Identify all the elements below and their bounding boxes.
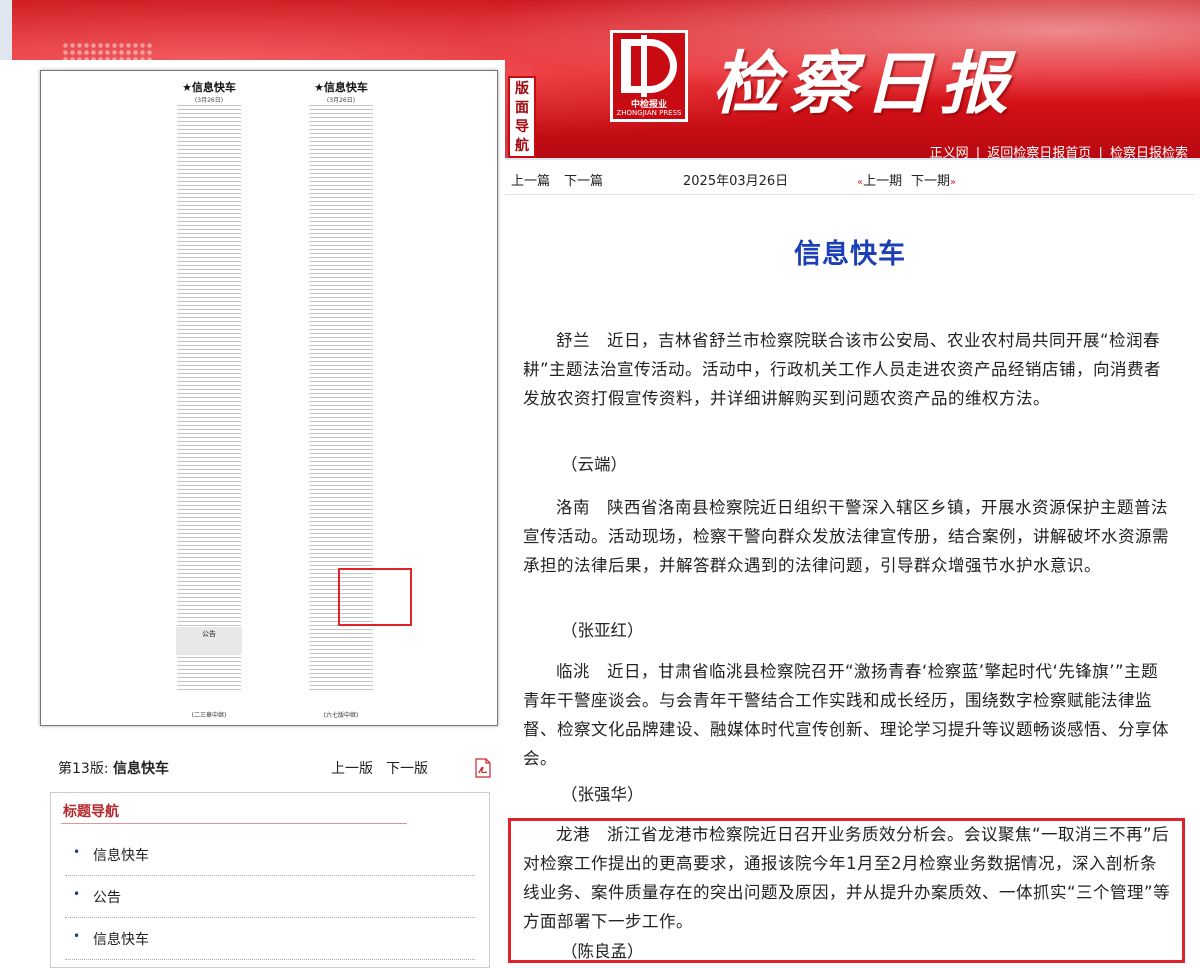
next-article-link[interactable]: 下一篇: [564, 170, 603, 189]
column-heading: ★信息快车: [182, 81, 236, 94]
article-paragraph: 临洮 近日，甘肃省临洮县检察院召开“激扬青春‘检察蓝’擎起时代‘先锋旗’”主题青…: [523, 657, 1171, 773]
title-nav-heading: 标题导航: [63, 804, 119, 820]
byline: （张亚红）: [561, 621, 644, 640]
prev-page-button[interactable]: 上一版: [331, 758, 373, 778]
page-navigation: 第13版: 信息快车 上一版 下一版: [58, 758, 498, 778]
article-highlight-frame[interactable]: [338, 568, 412, 626]
bullet-icon: •: [73, 845, 81, 859]
title-nav-link[interactable]: 信息快车: [93, 845, 149, 865]
bullet-icon: •: [73, 929, 81, 943]
column-date: (3月26日): [326, 97, 356, 104]
byline: （云端）: [561, 455, 627, 474]
article-paragraph: 洛南 陕西省洛南县检察院近日组织干警深入辖区乡镇，开展水资源保护主题普法宣传活动…: [523, 493, 1171, 580]
pdf-icon[interactable]: [474, 758, 492, 778]
newspaper-column-left: ★信息快车 (3月26日) 公告 (二三章中继): [176, 79, 242, 719]
logo-bar: [641, 35, 647, 97]
prev-issue-link[interactable]: «上一期: [857, 170, 902, 189]
page-name: 信息快车: [112, 761, 169, 777]
article-paragraph: 舒兰 近日，吉林省舒兰市检察院联合该市公安局、农业农村局共同开展“检润春耕”主题…: [523, 326, 1171, 413]
notice-box: 公告: [176, 627, 242, 655]
chevron-right-icon: »: [950, 177, 957, 188]
masthead-title: 检察日报: [712, 44, 1017, 124]
link-separator: |: [975, 146, 981, 161]
next-issue-link[interactable]: 下一期»: [911, 170, 956, 189]
procuratorate-logo-icon[interactable]: 中检报业 ZHONGJIAN PRESS: [610, 30, 688, 122]
column-date: (3月26日): [194, 97, 224, 104]
top-links: 正义网 | 返回检察日报首页 | 检察日报检索: [930, 142, 1188, 161]
newspaper-page-thumbnail[interactable]: ★信息快车 (3月26日) 公告 (二三章中继) ★信息快车 (3月26日) (…: [40, 70, 498, 726]
link-separator: |: [1098, 146, 1103, 161]
logo-en-text: ZHONGJIAN PRESS: [616, 109, 682, 117]
title-nav-item[interactable]: • 信息快车: [65, 917, 475, 960]
title-nav-link[interactable]: 信息快车: [93, 929, 149, 949]
page-label: 第13版: 信息快车: [58, 758, 169, 778]
next-issue-label[interactable]: 下一期: [911, 174, 950, 189]
page-number: 第13版:: [58, 761, 109, 777]
prev-issue-label[interactable]: 上一期: [863, 174, 902, 189]
layout-nav-tag: 版面导航: [508, 76, 536, 158]
paragraph-text: 舒兰 近日，吉林省舒兰市检察院联合该市公安局、农业农村局共同开展“检润春耕”主题…: [523, 331, 1162, 408]
column-heading: ★信息快车: [314, 81, 368, 94]
byline: （张强华）: [561, 785, 644, 804]
link-search[interactable]: 检察日报检索: [1110, 146, 1188, 161]
column-footer: (二三章中继): [191, 712, 227, 719]
title-nav-item[interactable]: • 信息快车: [65, 833, 475, 876]
link-zhengyi[interactable]: 正义网: [930, 146, 969, 161]
logo-d-shape: [621, 39, 677, 93]
notice-label: 公告: [202, 630, 216, 638]
paragraph-text: 临洮 近日，甘肃省临洮县检察院召开“激扬青春‘检察蓝’擎起时代‘先锋旗’”主题青…: [523, 662, 1169, 768]
divider: [505, 194, 1195, 195]
article-navigation: 上一篇 下一篇 2025年03月26日 «上一期 下一期»: [511, 170, 1191, 190]
prev-article-link[interactable]: 上一篇: [511, 170, 550, 189]
next-page-button[interactable]: 下一版: [386, 758, 428, 778]
article-highlight-box: [508, 818, 1185, 963]
article-panel: 上一篇 下一篇 2025年03月26日 «上一期 下一期» 信息快车 舒兰 近日…: [505, 160, 1200, 968]
article-title: 信息快车: [794, 239, 906, 270]
title-nav-link[interactable]: 公告: [93, 887, 121, 907]
title-nav-item[interactable]: • 公告: [65, 875, 475, 918]
column-footer: (六七版中继): [323, 712, 359, 719]
bullet-icon: •: [73, 887, 81, 901]
paragraph-text: 洛南 陕西省洛南县检察院近日组织干警深入辖区乡镇，开展水资源保护主题普法宣传活动…: [523, 498, 1169, 575]
title-navigation: 标题导航 • 信息快车 • 公告 • 信息快车: [50, 792, 490, 968]
issue-date: 2025年03月26日: [683, 174, 789, 189]
link-home[interactable]: 返回检察日报首页: [987, 146, 1091, 161]
column-text-lines: [177, 105, 241, 691]
divider: [61, 823, 407, 824]
